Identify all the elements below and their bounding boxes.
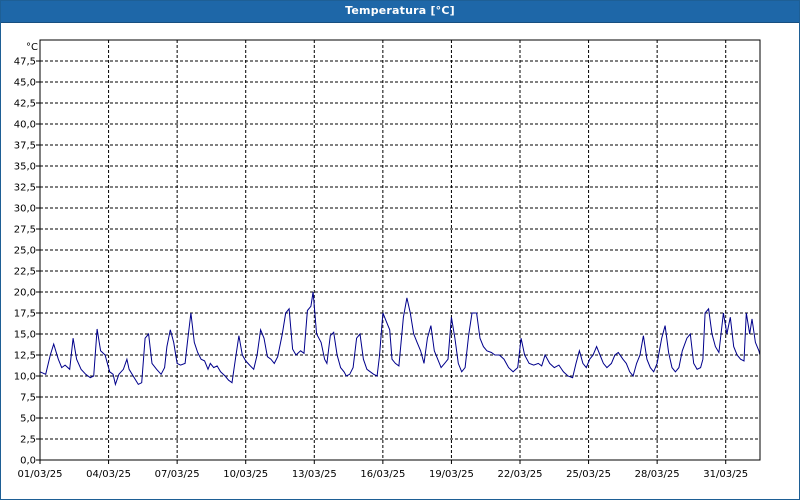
y-tick-label: 47,5	[14, 57, 36, 68]
y-tick-label: 5,0	[20, 414, 36, 425]
x-tick-label: 25/03/25	[566, 469, 611, 480]
y-tick-label: 2,5	[20, 435, 36, 446]
y-axis-unit-label: °C	[26, 42, 38, 53]
temperature-chart: 0,0 2,5 5,0 7,5 10,0 12,5 15,0 17,5 20,0 22,5 25,0…	[14, 39, 761, 480]
y-tick-label: 0,0	[20, 456, 36, 467]
temperature-series-line	[39, 291, 761, 387]
y-tick-label: 30,0	[14, 204, 36, 215]
x-tick-label: 07/03/25	[155, 469, 200, 480]
y-tick-label: 40,0	[14, 120, 36, 131]
y-tick-label: 22,5	[14, 267, 36, 278]
x-tick-label: 31/03/25	[703, 469, 748, 480]
y-tick-label: 45,0	[14, 78, 36, 89]
y-tick-label: 35,0	[14, 162, 36, 173]
x-tick-label: 13/03/25	[292, 469, 337, 480]
y-tick-label: 25,0	[14, 246, 36, 257]
y-tick-label: 42,5	[14, 99, 36, 110]
y-tick-label: 12,5	[14, 351, 36, 362]
y-tick-label: 7,5	[20, 393, 36, 404]
x-tick-label: 01/03/25	[18, 469, 63, 480]
x-tick-label: 19/03/25	[429, 469, 474, 480]
y-tick-label: 37,5	[14, 141, 36, 152]
grid-lines	[40, 40, 760, 460]
y-tick-label: 10,0	[14, 372, 36, 383]
y-tick-label: 32,5	[14, 183, 36, 194]
x-tick-label: 16/03/25	[360, 469, 405, 480]
x-tick-label: 28/03/25	[635, 469, 680, 480]
y-tick-label: 15,0	[14, 330, 36, 341]
x-tick-label: 22/03/25	[498, 469, 543, 480]
y-axis-ticks: 0,0 2,5 5,0 7,5 10,0 12,5 15,0 17,5 20,0 22,5 25,0…	[14, 57, 40, 467]
y-tick-label: 27,5	[14, 225, 36, 236]
series-layer	[39, 291, 761, 387]
y-tick-label: 20,0	[14, 288, 36, 299]
x-tick-label: 10/03/25	[223, 469, 268, 480]
x-axis-ticks: 01/03/25 04/03/25 07/03/25 10/03/25 13/03/25…	[18, 460, 748, 480]
x-tick-label: 04/03/25	[86, 469, 131, 480]
y-tick-label: 17,5	[14, 309, 36, 320]
